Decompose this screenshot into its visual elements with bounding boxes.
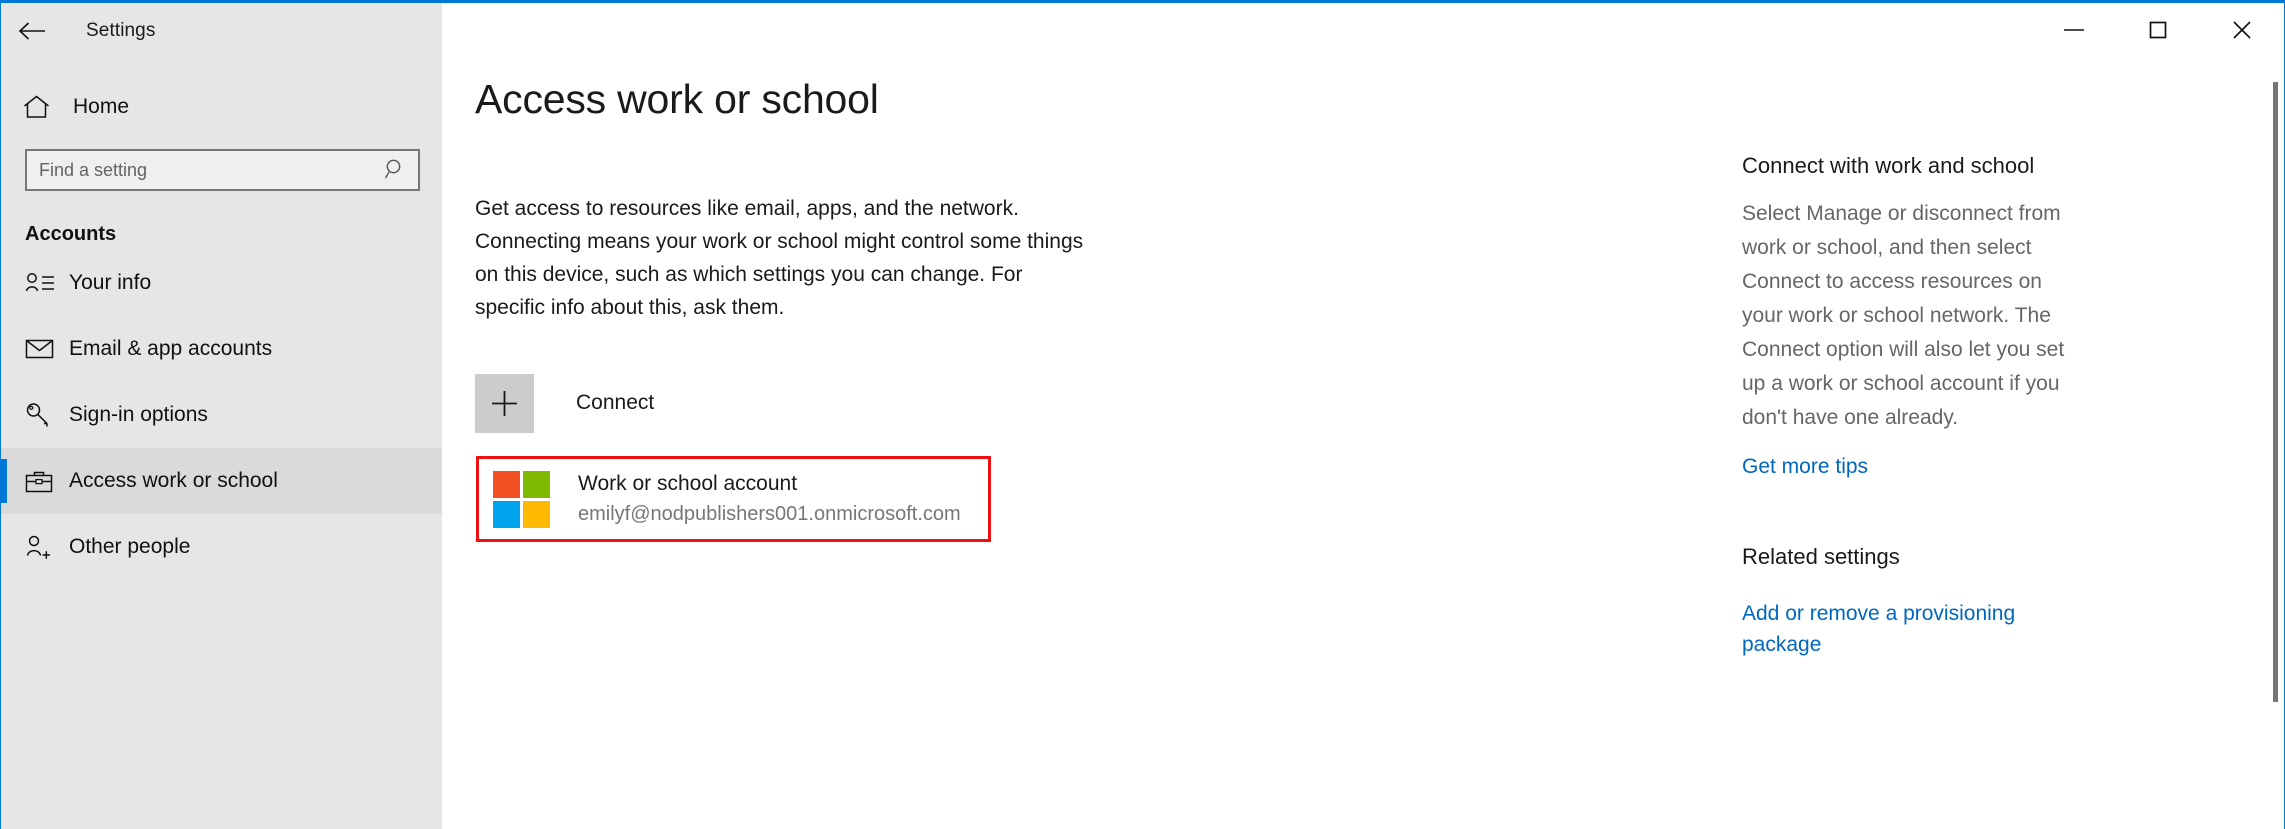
microsoft-logo-icon <box>493 470 550 528</box>
plus-icon <box>475 373 534 433</box>
sidebar-item-label: Your info <box>69 271 152 294</box>
content-area: Access work or school Get access to reso… <box>442 59 2284 829</box>
intro-paragraph: Get access to resources like email, apps… <box>475 197 1084 319</box>
sidebar-item-label: Sign-in options <box>69 403 208 426</box>
logo-tile-bottom-right <box>523 500 550 528</box>
logo-tile-top-left <box>493 470 520 498</box>
connect-button[interactable]: Connect <box>475 369 995 437</box>
logo-tile-bottom-left <box>493 500 520 528</box>
envelope-icon <box>25 338 67 360</box>
work-or-school-account-item[interactable]: Work or school account emilyf@nodpublish… <box>476 456 991 542</box>
logo-tile-top-right <box>523 470 550 498</box>
maximize-button[interactable] <box>2116 3 2200 59</box>
back-arrow-icon <box>18 21 46 41</box>
get-more-tips-link[interactable]: Get more tips <box>1742 451 1868 482</box>
close-button[interactable] <box>2200 3 2284 59</box>
right-panel: Connect with work and school Select Mana… <box>1712 59 2284 829</box>
scrollbar-thumb[interactable] <box>2273 82 2278 702</box>
person-add-icon <box>25 534 67 560</box>
briefcase-icon <box>25 469 67 494</box>
add-remove-provisioning-package-link[interactable]: Add or remove a provisioning package <box>1742 598 2042 660</box>
maximize-icon <box>2148 20 2168 43</box>
vertical-scrollbar[interactable] <box>2267 59 2284 829</box>
person-list-icon <box>25 271 67 295</box>
related-settings-section: Related settings Add or remove a provisi… <box>1742 544 2244 660</box>
minimize-icon <box>2063 24 2085 39</box>
home-label: Home <box>73 95 130 118</box>
sidebar-item-your-info[interactable]: Your info <box>1 250 442 316</box>
window-title: Settings <box>86 20 156 41</box>
home-icon <box>23 95 65 119</box>
connect-label: Connect <box>576 391 655 414</box>
sidebar-item-label: Other people <box>69 535 191 558</box>
account-email: emilyf@nodpublishers001.onmicrosoft.com <box>578 502 961 525</box>
sidebar-item-home[interactable]: Home <box>1 83 442 131</box>
search-submit-button[interactable] <box>372 151 418 189</box>
sidebar-item-label: Email & app accounts <box>69 337 273 360</box>
search-icon <box>384 158 406 183</box>
title-bar: Settings <box>1 3 2284 59</box>
key-icon <box>25 402 67 428</box>
window-controls <box>2032 3 2284 59</box>
connect-info-heading: Connect with work and school <box>1742 153 2035 178</box>
search-input[interactable] <box>27 151 372 189</box>
sidebar-group-title: Accounts <box>25 223 117 245</box>
minimize-button[interactable] <box>2032 3 2116 59</box>
settings-window: Settings Home Find a setting Accounts Yo… <box>0 0 2285 829</box>
back-button[interactable] <box>1 3 63 59</box>
main-column: Access work or school Get access to reso… <box>442 59 1712 829</box>
account-title: Work or school account <box>578 471 798 495</box>
page-title: Access work or school <box>475 76 879 122</box>
sidebar-item-access-work-or-school[interactable]: Access work or school <box>1 448 442 514</box>
window-body: Home Accounts <box>1 3 2284 829</box>
connect-info-section: Connect with work and school Select Mana… <box>1742 153 2244 482</box>
account-text: Work or school account emilyf@nodpublish… <box>578 470 961 529</box>
sidebar: Home Accounts <box>1 3 442 829</box>
sidebar-item-other-people[interactable]: Other people <box>1 514 442 580</box>
connect-info-body: Select Manage or disconnect from work or… <box>1742 202 2065 429</box>
sidebar-item-email-app-accounts[interactable]: Email & app accounts <box>1 316 442 382</box>
close-icon <box>2232 20 2252 43</box>
sidebar-item-sign-in-options[interactable]: Sign-in options <box>1 382 442 448</box>
related-settings-heading: Related settings <box>1742 544 1900 569</box>
sidebar-item-label: Access work or school <box>69 469 278 492</box>
search-box[interactable] <box>25 149 420 191</box>
